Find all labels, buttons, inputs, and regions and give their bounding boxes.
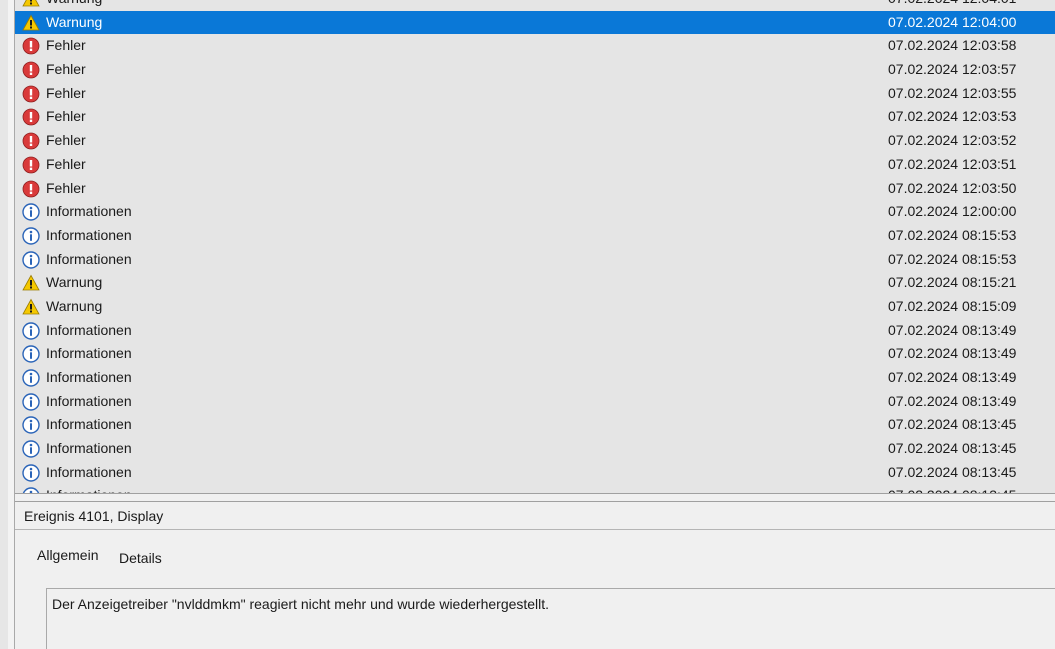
event-level: Informationen [46, 463, 132, 480]
event-row[interactable]: Informationen 07.02.2024 08:13:45 [15, 413, 1055, 437]
event-datetime: 07.02.2024 12:03:52 [888, 132, 1017, 149]
event-level: Informationen [46, 226, 132, 243]
event-row[interactable]: Informationen 07.02.2024 12:00:00 [15, 200, 1055, 224]
event-datetime: 07.02.2024 08:15:21 [888, 274, 1017, 291]
event-row[interactable]: Informationen 07.02.2024 08:15:53 [15, 248, 1055, 272]
event-datetime: 07.02.2024 12:04:01 [888, 0, 1016, 11]
info-icon [22, 345, 40, 364]
event-datetime: 07.02.2024 08:15:53 [888, 250, 1017, 267]
event-level: Warnung [46, 274, 103, 291]
error-icon [22, 132, 40, 150]
event-row[interactable]: Fehler 07.02.2024 12:03:52 [15, 129, 1055, 153]
event-row[interactable]: Fehler 07.02.2024 12:03:53 [15, 105, 1055, 129]
event-row[interactable]: Informationen 07.02.2024 08:13:45 [15, 437, 1055, 461]
event-level: Informationen [46, 416, 132, 433]
event-row[interactable]: Informationen 07.02.2024 08:13:49 [15, 319, 1055, 343]
event-datetime: 07.02.2024 12:03:57 [888, 61, 1017, 78]
event-level: Fehler [46, 179, 86, 196]
event-description-box[interactable]: Der Anzeigetreiber "nvlddmkm" reagiert n… [46, 588, 1055, 649]
event-viewer: Warnung 07.02.2024 12:04:01 Warnung 07.02.2… [0, 0, 1055, 649]
event-level: Informationen [46, 484, 132, 493]
event-level: Fehler [46, 132, 86, 149]
event-level: Warnung [46, 0, 102, 11]
info-icon [22, 392, 40, 411]
event-datetime: 07.02.2024 12:03:50 [888, 179, 1017, 196]
info-icon [22, 250, 40, 269]
event-row[interactable]: Fehler 07.02.2024 12:03:51 [15, 153, 1055, 177]
event-description: Der Anzeigetreiber "nvlddmkm" reagiert n… [52, 596, 550, 612]
event-row[interactable]: Informationen 07.02.2024 08:13:45 [15, 484, 1055, 493]
event-rows: Warnung 07.02.2024 12:04:01 Warnung 07.02.2… [15, 0, 1055, 493]
error-icon [22, 180, 40, 198]
event-level: Warnung [46, 297, 103, 314]
event-detail-title: Ereignis 4101, Display [15, 502, 1055, 530]
event-list[interactable]: Warnung 07.02.2024 12:04:01 Warnung 07.02.2… [15, 0, 1055, 494]
event-row[interactable]: Informationen 07.02.2024 08:13:49 [15, 366, 1055, 390]
error-icon [22, 85, 40, 103]
warning-icon [22, 298, 40, 316]
event-level: Informationen [46, 321, 132, 338]
event-row[interactable]: Warnung 07.02.2024 12:04:01 [15, 0, 1055, 11]
event-level: Informationen [46, 392, 132, 409]
info-icon [22, 369, 40, 387]
tab-allgemein[interactable]: Allgemein [31, 540, 104, 570]
event-datetime: 07.02.2024 08:13:49 [888, 392, 1017, 409]
event-level: Fehler [46, 155, 86, 172]
event-datetime: 07.02.2024 12:03:55 [888, 84, 1017, 101]
event-level: Informationen [46, 369, 132, 385]
info-icon [22, 321, 40, 340]
error-icon [22, 156, 40, 174]
info-icon [22, 203, 40, 221]
event-row[interactable]: Fehler 07.02.2024 12:03:58 [15, 34, 1055, 58]
event-level: Informationen [46, 440, 132, 457]
event-row[interactable]: Warnung 07.02.2024 12:04:00 [15, 10, 1055, 35]
event-datetime: 07.02.2024 08:13:49 [888, 321, 1017, 338]
event-row[interactable]: Fehler 07.02.2024 12:03:57 [15, 58, 1055, 82]
event-datetime: 07.02.2024 12:00:00 [888, 203, 1017, 220]
event-datetime: 07.02.2024 08:13:49 [888, 345, 1017, 362]
info-icon [22, 440, 40, 458]
error-icon [22, 61, 40, 79]
warning-icon [22, 0, 40, 8]
event-level: Fehler [46, 61, 86, 78]
event-level: Fehler [46, 37, 86, 54]
event-level: Warnung [46, 13, 103, 30]
event-datetime: 07.02.2024 12:04:00 [888, 13, 1017, 30]
detail-tabs: Allgemein Details [15, 540, 1055, 570]
event-row[interactable]: Informationen 07.02.2024 08:13:49 [15, 342, 1055, 366]
event-row[interactable]: Fehler 07.02.2024 12:03:55 [15, 82, 1055, 106]
event-datetime: 07.02.2024 12:03:58 [888, 37, 1017, 54]
event-level: Informationen [46, 250, 132, 267]
pane-splitter[interactable] [15, 494, 1055, 502]
info-icon [22, 464, 40, 482]
event-row[interactable]: Informationen 07.02.2024 08:13:45 [15, 461, 1055, 485]
warning-icon [22, 274, 40, 292]
event-level: Fehler [46, 84, 86, 101]
event-datetime: 07.02.2024 12:03:51 [888, 155, 1017, 172]
event-datetime: 07.02.2024 08:15:53 [888, 226, 1017, 243]
info-icon [22, 227, 40, 245]
event-level: Informationen [46, 345, 132, 362]
event-row[interactable]: Warnung 07.02.2024 08:15:09 [15, 295, 1055, 319]
event-datetime: 07.02.2024 08:13:45 [888, 440, 1017, 457]
event-row[interactable]: Fehler 07.02.2024 12:03:50 [15, 177, 1055, 201]
error-icon [22, 108, 40, 126]
error-icon [22, 37, 40, 55]
event-row[interactable]: Warnung 07.02.2024 08:15:21 [15, 271, 1055, 295]
left-border [8, 0, 15, 649]
event-datetime: 07.02.2024 08:13:45 [888, 484, 1016, 493]
event-datetime: 07.02.2024 08:15:09 [888, 297, 1017, 314]
event-datetime: 07.02.2024 08:13:45 [888, 463, 1017, 480]
info-icon [22, 416, 40, 435]
event-detail-pane: Ereignis 4101, Display Allgemein Details… [15, 502, 1055, 649]
event-row[interactable]: Informationen 07.02.2024 08:13:49 [15, 390, 1055, 414]
event-level: Fehler [46, 108, 86, 125]
event-level: Informationen [46, 203, 132, 220]
event-datetime: 07.02.2024 12:03:53 [888, 108, 1017, 125]
event-row[interactable]: Informationen 07.02.2024 08:15:53 [15, 224, 1055, 248]
event-datetime: 07.02.2024 08:13:49 [888, 369, 1017, 385]
event-datetime: 07.02.2024 08:13:45 [888, 416, 1017, 433]
warning-icon [22, 14, 40, 32]
tab-details[interactable]: Details [119, 543, 162, 573]
